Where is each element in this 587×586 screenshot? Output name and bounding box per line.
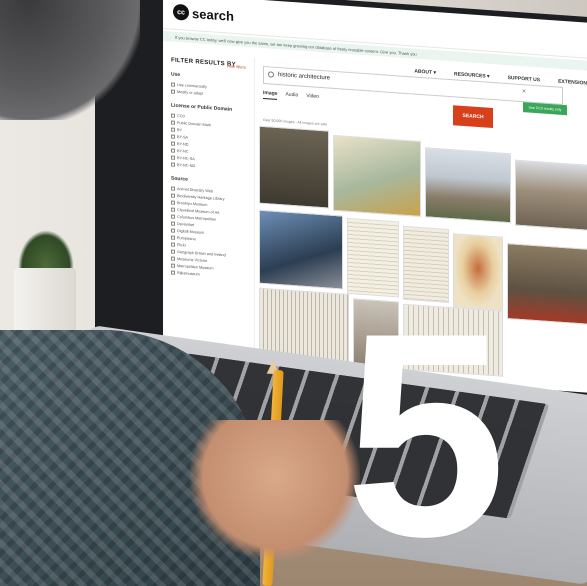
checkbox[interactable] bbox=[171, 221, 175, 226]
checkbox[interactable] bbox=[171, 228, 175, 233]
search-icon bbox=[268, 71, 274, 78]
checkbox[interactable] bbox=[171, 120, 175, 125]
hide-filters-link[interactable]: Hide filters bbox=[227, 63, 246, 69]
search-button[interactable]: SEARCH bbox=[453, 105, 493, 129]
person-hand bbox=[190, 420, 360, 560]
checkbox[interactable] bbox=[171, 214, 175, 219]
logo-text: search bbox=[192, 5, 234, 24]
nav-resources[interactable]: RESOURCES ▾ bbox=[454, 71, 490, 79]
checkbox[interactable] bbox=[171, 162, 175, 167]
result-image[interactable] bbox=[425, 147, 511, 224]
checkbox[interactable] bbox=[171, 193, 175, 198]
cc-logo[interactable]: cc search bbox=[173, 3, 234, 24]
result-image[interactable] bbox=[507, 243, 587, 326]
result-image[interactable] bbox=[333, 134, 421, 218]
results-info: Over 80,000 images - All images are safe bbox=[263, 117, 328, 127]
close-icon[interactable]: × bbox=[522, 88, 526, 95]
filter-sidebar: FILTER RESULTS BY Hide filters Use Use c… bbox=[163, 50, 255, 370]
result-image[interactable] bbox=[259, 125, 329, 209]
checkbox[interactable] bbox=[171, 82, 175, 87]
step-number-overlay: 5 bbox=[345, 273, 506, 586]
result-image[interactable] bbox=[515, 159, 587, 232]
search-query: historic architecture bbox=[278, 72, 331, 82]
checkbox[interactable] bbox=[171, 134, 175, 139]
checkbox[interactable] bbox=[171, 141, 175, 146]
checkbox[interactable] bbox=[171, 207, 175, 212]
nav-about[interactable]: ABOUT ▾ bbox=[414, 69, 436, 77]
checkbox[interactable] bbox=[171, 235, 175, 240]
checkbox[interactable] bbox=[171, 200, 175, 205]
media-tabs: Image Audio Video bbox=[263, 89, 319, 103]
checkbox[interactable] bbox=[171, 113, 175, 118]
cc-logo-icon: cc bbox=[173, 3, 189, 21]
checkbox[interactable] bbox=[171, 89, 175, 94]
checkbox[interactable] bbox=[171, 263, 175, 268]
person-head bbox=[0, 0, 140, 120]
checkbox[interactable] bbox=[171, 256, 175, 261]
checkbox[interactable] bbox=[171, 242, 175, 247]
checkbox[interactable] bbox=[171, 249, 175, 254]
checkbox[interactable] bbox=[171, 148, 175, 153]
tab-video[interactable]: Video bbox=[306, 93, 319, 103]
nav-support[interactable]: SUPPORT US bbox=[508, 75, 541, 83]
tab-audio[interactable]: Audio bbox=[285, 92, 298, 102]
checkbox[interactable] bbox=[171, 155, 175, 160]
tab-image[interactable]: Image bbox=[263, 89, 278, 100]
checkbox[interactable] bbox=[171, 186, 175, 191]
checkbox[interactable] bbox=[171, 127, 175, 132]
result-image[interactable] bbox=[259, 209, 343, 290]
checkbox[interactable] bbox=[171, 270, 175, 275]
nav-extension[interactable]: EXTENSION bbox=[558, 79, 587, 87]
safe-badge[interactable]: Use CC0 results only bbox=[523, 102, 567, 116]
